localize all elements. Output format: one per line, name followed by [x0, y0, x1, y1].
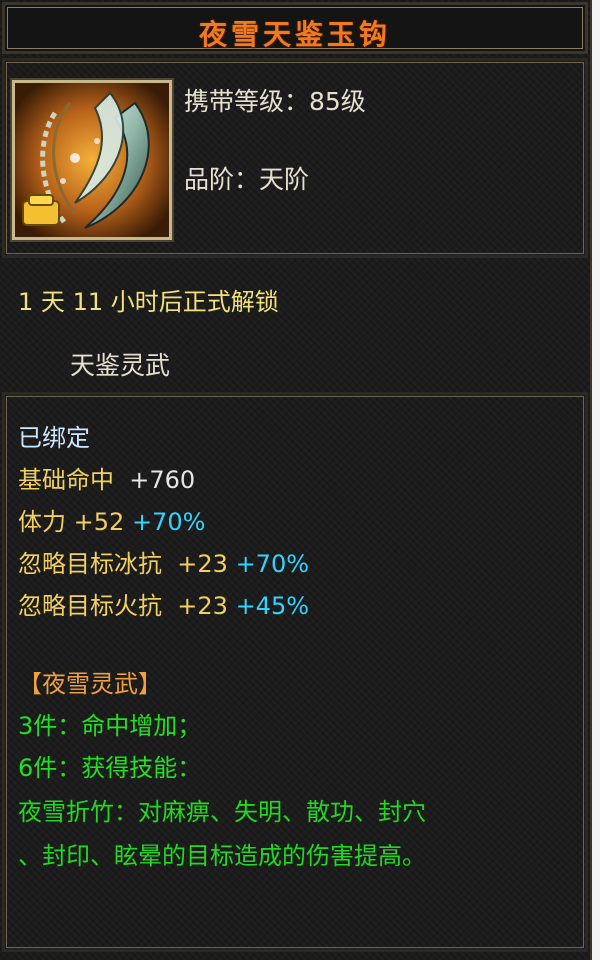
- item-grade-text: 品阶：天阶: [184, 165, 310, 194]
- stat-row: 忽略目标火抗 +23 +45%: [18, 592, 309, 620]
- item-icon-frame: [10, 78, 174, 242]
- background-strip: [592, 0, 600, 960]
- stat-name: 忽略目标冰抗: [18, 550, 162, 578]
- item-title: 夜雪天鉴玉钩: [198, 18, 391, 51]
- stat-bonus: +70%: [235, 550, 310, 578]
- set-bonus-6: 6件：获得技能：: [18, 754, 202, 782]
- stat-name: 体力: [18, 508, 66, 536]
- set-name: 【夜雪灵武】: [18, 670, 162, 698]
- set-bonus-3: 3件：命中增加；: [18, 712, 202, 740]
- unlock-hours: 11: [72, 288, 104, 316]
- carry-level-text: 携带等级：85级: [184, 87, 366, 116]
- unlock-days: 1: [18, 288, 34, 316]
- set-skill-line-1: 夜雪折竹：对麻痹、失明、散功、封穴: [18, 798, 426, 826]
- item-tooltip: 夜雪天鉴玉钩 携带等级：85级 品阶：天阶 1 天 11 小时后正式解锁 天鉴灵…: [0, 0, 592, 960]
- unlock-suffix: 小时后正式解锁: [110, 288, 279, 316]
- stat-row: 体力 +52 +70%: [18, 508, 205, 536]
- stat-bonus: +70%: [131, 508, 206, 536]
- tooltip-header: 夜雪天鉴玉钩: [2, 2, 588, 54]
- unlock-timer: 1 天 11 小时后正式解锁: [18, 282, 279, 317]
- series-name: 天鉴灵武: [70, 351, 171, 380]
- stat-value: +23: [177, 550, 228, 578]
- stat-value: +23: [177, 592, 228, 620]
- unlock-day-unit: 天: [40, 288, 65, 316]
- stat-name: 基础命中: [18, 466, 114, 494]
- jade-hook-weapon-icon: [15, 83, 169, 237]
- set-skill-line-2: 、封印、眩晕的目标造成的伤害提高。: [18, 842, 426, 870]
- stat-value: +760: [129, 466, 196, 494]
- stat-name: 忽略目标火抗: [18, 592, 162, 620]
- stat-bonus: +45%: [235, 592, 310, 620]
- stat-value: +52: [73, 508, 125, 536]
- bind-status: 已绑定: [18, 424, 90, 452]
- stat-row: 基础命中 +760: [18, 466, 195, 494]
- gold-ingot-icon: [22, 194, 60, 226]
- stat-row: 忽略目标冰抗 +23 +70%: [18, 550, 309, 578]
